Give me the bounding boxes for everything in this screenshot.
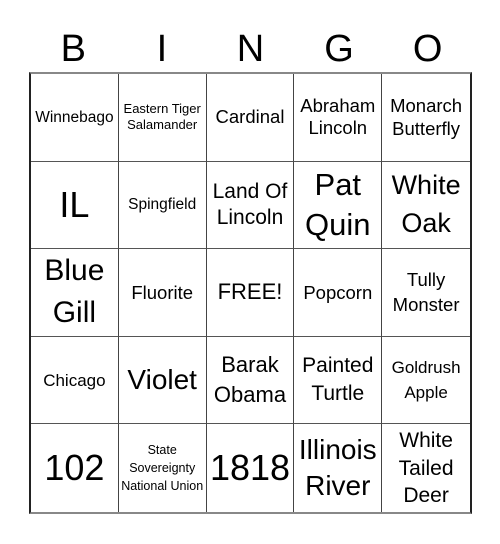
bingo-cell[interactable]: 102 [31, 424, 119, 512]
bingo-cell[interactable]: Eastern Tiger Salamander [118, 74, 207, 162]
bingo-cell[interactable]: Monarch Butterfly [382, 74, 470, 162]
bingo-cell[interactable]: Popcorn [294, 249, 383, 337]
header-letter-i: I [156, 28, 168, 70]
bingo-cell[interactable]: Chicago [31, 336, 119, 425]
bingo-cell[interactable]: Land Of Lincoln [206, 161, 295, 250]
header-letter-o: O [412, 28, 443, 70]
bingo-cell[interactable]: Barak Obama [206, 336, 295, 425]
bingo-cell[interactable]: Goldrush Apple [382, 337, 470, 425]
bingo-cell[interactable]: Illinois River [294, 424, 383, 512]
bingo-cell[interactable]: White Oak [382, 162, 470, 250]
bingo-cell[interactable]: Abraham Lincoln [294, 74, 383, 162]
bingo-cell[interactable]: Painted Turtle [294, 336, 383, 425]
bingo-cell[interactable]: FREE! [206, 249, 295, 337]
bingo-cell[interactable]: Pat Quin [294, 161, 383, 250]
header-letter-b: B [60, 28, 86, 70]
bingo-header: B I N G O [29, 26, 472, 72]
bingo-cell[interactable]: Winnebago [31, 74, 119, 162]
header-letter-g: G [324, 28, 354, 70]
bingo-cell[interactable]: Blue Gill [31, 249, 119, 337]
bingo-cell[interactable]: Cardinal [206, 74, 295, 162]
header-letter-n: N [236, 28, 265, 70]
bingo-cell[interactable]: State Sovereignty National Union [119, 424, 207, 512]
bingo-cell[interactable]: White Tailed Deer [382, 424, 470, 512]
bingo-cell[interactable]: Fluorite [118, 249, 207, 337]
bingo-cell[interactable]: Spingfield [118, 161, 207, 250]
bingo-cell[interactable]: IL [31, 161, 119, 250]
bingo-cell[interactable]: 1818 [207, 424, 295, 512]
bingo-cell[interactable]: Tully Monster [382, 249, 470, 337]
bingo-cell[interactable]: Violet [118, 336, 207, 425]
bingo-grid: Winnebago Eastern Tiger Salamander Cardi… [29, 72, 472, 514]
